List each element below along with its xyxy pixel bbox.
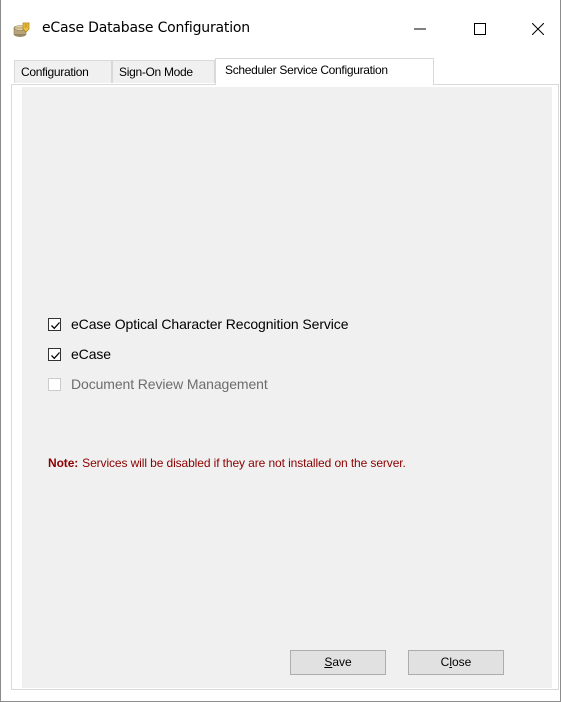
scheduler-service-panel: eCase Optical Character Recognition Serv… xyxy=(22,87,552,688)
window-title: eCase Database Configuration xyxy=(42,20,250,36)
minimize-icon xyxy=(414,28,426,30)
close-label-prefix: C xyxy=(440,655,450,669)
note-label: Note: xyxy=(48,456,79,470)
service-ocr-label: eCase Optical Character Recognition Serv… xyxy=(71,316,349,332)
service-document-review-row: Document Review Management xyxy=(48,376,268,392)
service-ocr-checkbox[interactable] xyxy=(48,317,61,331)
database-config-icon xyxy=(12,20,32,40)
service-document-review-checkbox xyxy=(48,377,61,391)
service-ecase-label: eCase xyxy=(71,346,111,362)
minimize-button[interactable] xyxy=(397,12,443,46)
checkmark-icon xyxy=(51,321,60,329)
close-window-button[interactable] xyxy=(515,12,561,46)
tab-scheduler-service-configuration[interactable]: Scheduler Service Configuration xyxy=(215,58,434,85)
tab-panel: eCase Optical Character Recognition Serv… xyxy=(11,84,559,690)
service-document-review-label: Document Review Management xyxy=(71,376,268,392)
config-window: eCase Database Configuration Configurati… xyxy=(0,0,561,702)
tab-strip: Configuration Sign-On Mode Scheduler Ser… xyxy=(14,58,559,85)
note-text: Services will be disabled if they are no… xyxy=(82,456,406,470)
service-ecase-row[interactable]: eCase xyxy=(48,346,111,362)
tab-sign-on-mode[interactable]: Sign-On Mode xyxy=(112,60,215,83)
maximize-button[interactable] xyxy=(457,12,503,46)
service-ocr-row[interactable]: eCase Optical Character Recognition Serv… xyxy=(48,316,348,332)
close-icon xyxy=(532,23,544,35)
close-label-rest: ose xyxy=(451,655,472,669)
services-note: Note: Services will be disabled if they a… xyxy=(48,456,406,470)
save-label-rest: ave xyxy=(332,655,352,669)
checkmark-icon xyxy=(51,351,60,359)
maximize-icon xyxy=(474,23,486,35)
close-button[interactable]: Close xyxy=(408,650,504,675)
tab-configuration[interactable]: Configuration xyxy=(14,60,112,83)
service-ecase-checkbox[interactable] xyxy=(48,347,61,361)
save-button[interactable]: Save xyxy=(290,650,386,675)
title-bar[interactable]: eCase Database Configuration xyxy=(1,0,560,58)
